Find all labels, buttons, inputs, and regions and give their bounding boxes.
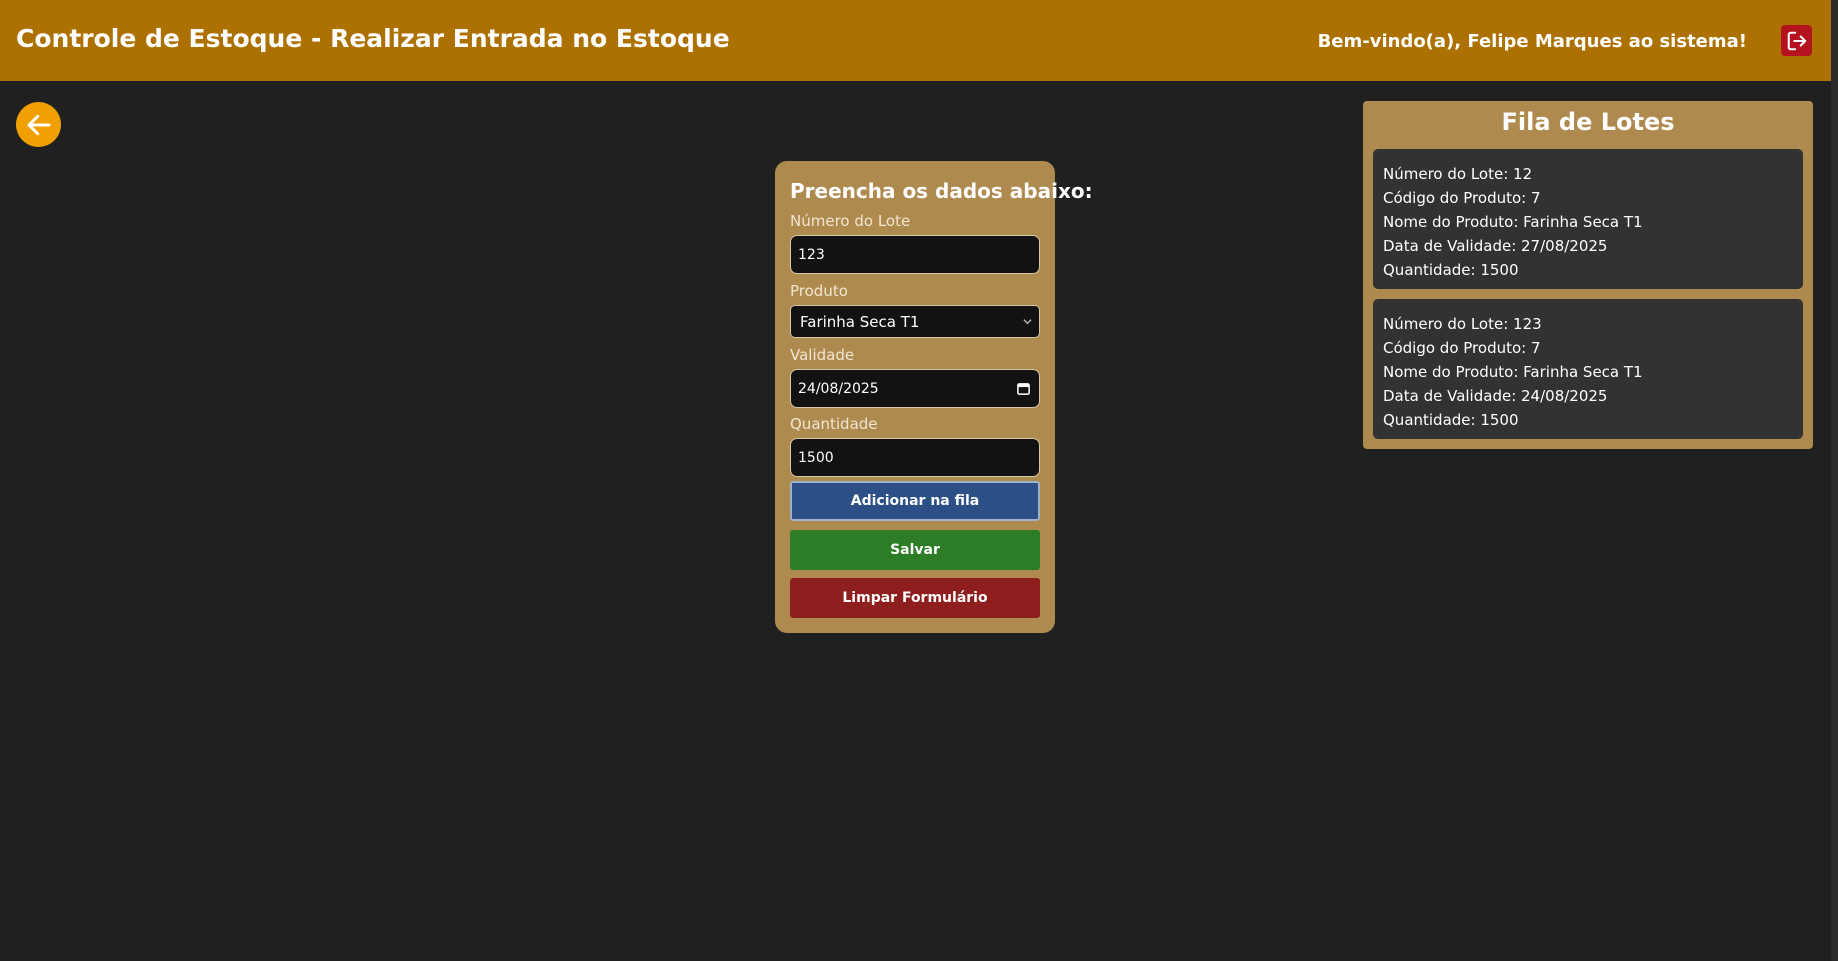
- welcome-message: Bem-vindo(a), Felipe Marques ao sistema!: [1317, 31, 1747, 52]
- scrollbar[interactable]: [1831, 0, 1838, 961]
- produto-label: Produto: [790, 282, 848, 300]
- chevron-down-icon: [1023, 319, 1032, 325]
- produto-select[interactable]: Farinha Seca T1: [790, 305, 1040, 338]
- lote-label: Número do Lote: [790, 212, 911, 230]
- lote-input-value: 123: [798, 246, 825, 263]
- validade-date-input[interactable]: 24/08/2025: [790, 369, 1040, 408]
- produto-select-value: Farinha Seca T1: [800, 312, 920, 331]
- batch-queue-panel: Fila de Lotes Número do Lote: 12 Código …: [1363, 101, 1813, 449]
- queue-item-quantidade: Quantidade: 1500: [1383, 261, 1519, 279]
- arrow-left-icon: [27, 114, 50, 135]
- queue-item-nome: Nome do Produto: Farinha Seca T1: [1383, 213, 1643, 231]
- validade-input-value: 24/08/2025: [798, 380, 879, 397]
- queue-item-quantidade: Quantidade: 1500: [1383, 411, 1519, 429]
- queue-item-lote: Número do Lote: 123: [1383, 315, 1542, 333]
- calendar-icon[interactable]: [1016, 381, 1031, 396]
- queue-item-lote: Número do Lote: 12: [1383, 165, 1533, 183]
- validade-label: Validade: [790, 346, 855, 364]
- queue-item-codigo: Código do Produto: 7: [1383, 339, 1541, 357]
- app-header: Controle de Estoque - Realizar Entrada n…: [0, 0, 1838, 81]
- queue-item-nome: Nome do Produto: Farinha Seca T1: [1383, 363, 1643, 381]
- save-button[interactable]: Salvar: [790, 530, 1040, 570]
- logout-button[interactable]: [1781, 25, 1812, 56]
- logout-icon: [1787, 31, 1806, 50]
- back-button[interactable]: [16, 102, 61, 147]
- clear-form-button[interactable]: Limpar Formulário: [790, 578, 1040, 618]
- form-title: Preencha os dados abaixo:: [790, 179, 1093, 203]
- quantidade-input-value: 1500: [798, 449, 834, 466]
- queue-item-validade: Data de Validade: 27/08/2025: [1383, 237, 1608, 255]
- queue-item-codigo: Código do Produto: 7: [1383, 189, 1541, 207]
- entry-form: Preencha os dados abaixo: Número do Lote…: [775, 161, 1093, 633]
- page-title: Controle de Estoque - Realizar Entrada n…: [16, 24, 730, 53]
- queue-title: Fila de Lotes: [1501, 108, 1675, 136]
- quantidade-input[interactable]: 1500: [790, 438, 1040, 477]
- lote-input[interactable]: 123: [790, 235, 1040, 274]
- quantidade-label: Quantidade: [790, 415, 878, 433]
- queue-item-validade: Data de Validade: 24/08/2025: [1383, 387, 1608, 405]
- add-to-queue-button[interactable]: Adicionar na fila: [790, 481, 1040, 521]
- queue-item: Número do Lote: 123 Código do Produto: 7…: [1373, 299, 1803, 439]
- queue-item: Número do Lote: 12 Código do Produto: 7 …: [1373, 149, 1803, 289]
